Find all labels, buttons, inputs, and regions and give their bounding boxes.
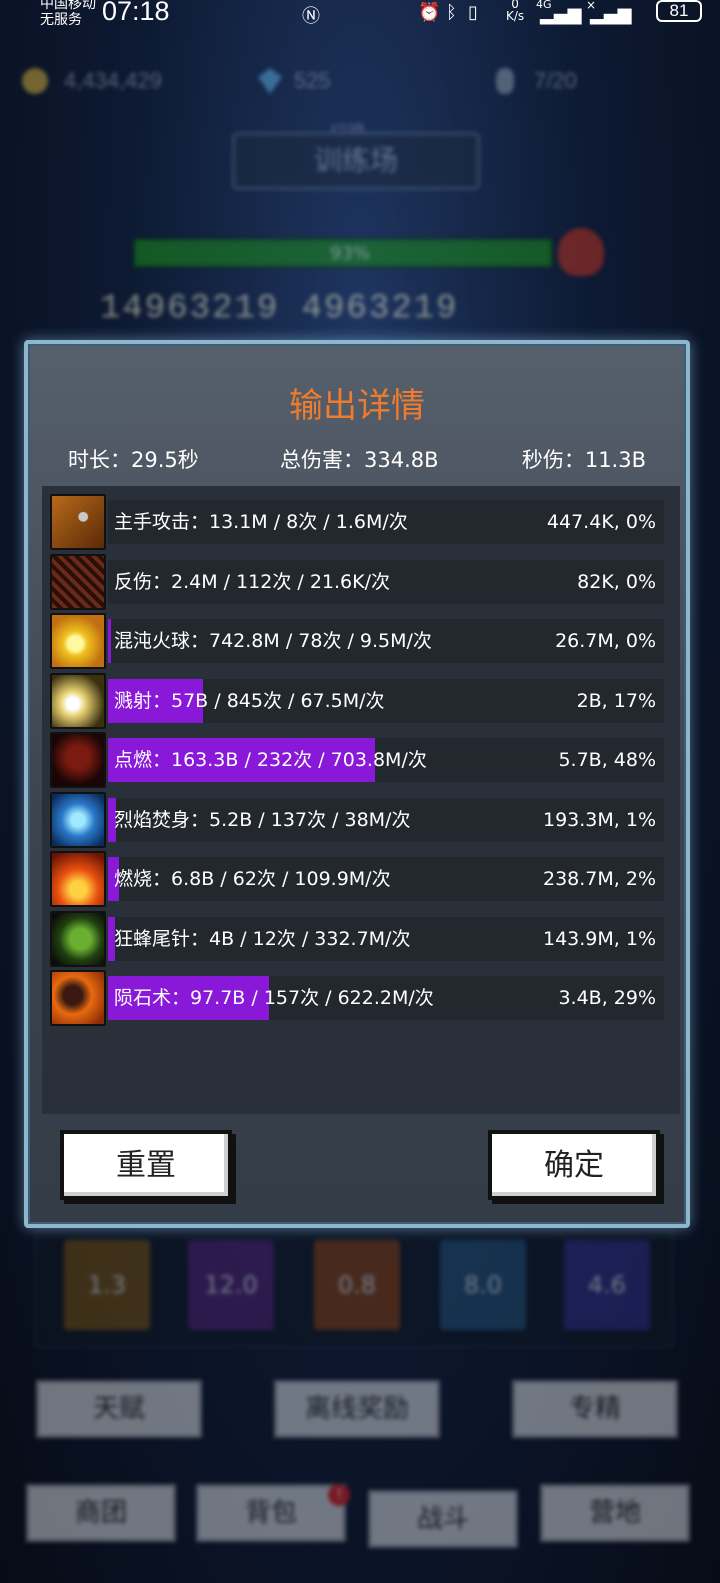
confirm-button[interactable]: 确定 [488, 1130, 660, 1200]
damage-row-label: 烈焰焚身：5.2B / 137次 / 38M/次 [114, 808, 411, 831]
bag-badge: ! [328, 1484, 350, 1506]
sword-icon [50, 494, 106, 550]
damage-row: 点燃：163.3B / 232次 / 703.8M/次 5.7B, 48% [46, 732, 664, 788]
damage-share-bar [108, 619, 111, 663]
stamina-amount: 7/20 [534, 68, 577, 93]
skill-slot-4[interactable]: 8.0 [440, 1240, 526, 1330]
damage-row-label: 溅射：57B / 845次 / 67.5M/次 [114, 689, 385, 712]
damage-row-label: 燃烧：6.8B / 62次 / 109.9M/次 [114, 868, 391, 890]
status-icons: Ⓝ ⏰ ᛒ ▯ 0 K/s 4G ▂▄▆ × ▂▄▆ [300, 0, 710, 28]
gem-icon [258, 68, 282, 94]
skill-slot-5[interactable]: 4.6 [564, 1240, 650, 1330]
damage-row-summary: 26.7M, 0% [555, 630, 656, 652]
net-speed: 0 K/s [506, 0, 525, 23]
damage-row-summary: 238.7M, 2% [542, 868, 656, 890]
bag-button[interactable]: 背包 [196, 1484, 346, 1542]
damage-breakdown-list: 主手攻击：13.1M / 8次 / 1.6M/次 447.4K, 0% 反伤：2.4… [42, 486, 680, 1114]
damage-row: 主手攻击：13.1M / 8次 / 1.6M/次 447.4K, 0% [46, 494, 664, 550]
damage-numbers: 14963219 4963219 [100, 290, 459, 328]
talent-button[interactable]: 天赋 [36, 1380, 202, 1438]
damage-row: 反伤：2.4M / 112次 / 21.6K/次 82K, 0% [46, 553, 664, 610]
damage-row-label: 点燃：163.3B / 232次 / 703.8M/次 [114, 749, 427, 771]
battery-indicator: 81 [656, 0, 702, 22]
skill-bar: 1.3 12.0 0.8 8.0 4.6 [34, 1228, 674, 1348]
damage-row: 混沌火球：742.8M / 78次 / 9.5M/次 26.7M, 0% [46, 613, 664, 669]
flame-body-icon [50, 791, 106, 848]
total-damage-text: 总伤害：334.8B [280, 448, 439, 472]
skill-slot-3[interactable]: 0.8 [314, 1240, 400, 1330]
wasp-stinger-icon [50, 910, 106, 967]
fireball-icon [50, 613, 106, 669]
damage-row: 烈焰焚身：5.2B / 137次 / 38M/次 193.3M, 1% [46, 791, 664, 848]
damage-row-label: 陨石术：97.7B / 157次 / 622.2M/次 [114, 987, 434, 1009]
dialog-title: 输出详情 [289, 386, 425, 426]
gold-amount: 4,434,429 [64, 68, 162, 93]
damage-row-label: 主手攻击：13.1M / 8次 / 1.6M/次 [114, 511, 408, 533]
ignite-icon [50, 732, 106, 788]
damage-row-summary: 193.3M, 1% [542, 808, 656, 831]
damage-row: 狂蜂尾针：4B / 12次 / 332.7M/次 143.9M, 1% [46, 910, 664, 967]
damage-row-summary: 3.4B, 29% [558, 987, 656, 1009]
signal-2-icon: ▂▄▆ [590, 4, 632, 25]
status-bar: 中国移动 无服务 07:18 Ⓝ ⏰ ᛒ ▯ 0 K/s 4G ▂▄▆ × ▂▄… [0, 0, 720, 34]
boss-hp-percent: 93% [330, 243, 371, 264]
damage-row: 溅射：57B / 845次 / 67.5M/次 2B, 17% [46, 672, 664, 729]
clock: 07:18 [102, 0, 170, 26]
signal-icon: ▂▄▆ [540, 4, 582, 25]
damage-row-summary: 5.7B, 48% [558, 749, 656, 771]
nfc-icon: Ⓝ [302, 6, 320, 27]
service-status: 无服务 [40, 12, 82, 28]
duration-text: 时长：29.5秒 [68, 448, 199, 472]
specialization-button[interactable]: 专精 [512, 1380, 678, 1438]
demon-boss-icon [558, 228, 604, 276]
training-ground-button[interactable]: 训练场 [232, 132, 480, 190]
damage-row-summary: 143.9M, 1% [542, 927, 656, 950]
output-detail-dialog: 输出详情 时长：29.5秒 总伤害：334.8B 秒伤：11.3B 主手攻击：1… [24, 340, 690, 1228]
carrier-name: 中国移动 [40, 0, 96, 12]
meteor-icon [50, 970, 106, 1026]
splash-icon [50, 672, 106, 729]
dps-text: 秒伤：11.3B [521, 448, 646, 472]
carrier-info: 中国移动 无服务 [40, 0, 96, 28]
bluetooth-icon: ᛒ [446, 2, 457, 23]
game-screen: 中国移动 无服务 07:18 Ⓝ ⏰ ᛒ ▯ 0 K/s 4G ▂▄▆ × ▂▄… [0, 0, 720, 1583]
vibrate-icon: ▯ [468, 2, 478, 23]
camp-button[interactable]: 营地 [540, 1484, 690, 1542]
burn-icon [50, 851, 106, 907]
damage-row-label: 狂蜂尾针：4B / 12次 / 332.7M/次 [114, 927, 411, 950]
damage-row: 燃烧：6.8B / 62次 / 109.9M/次 238.7M, 2% [46, 851, 664, 907]
offline-reward-button[interactable]: 离线奖励 [274, 1380, 440, 1438]
damage-row-label: 混沌火球：742.8M / 78次 / 9.5M/次 [114, 630, 432, 652]
battle-button[interactable]: 战斗 [368, 1490, 518, 1548]
thorns-icon [50, 553, 106, 610]
skill-slot-1[interactable]: 1.3 [64, 1240, 150, 1330]
gold-coin-icon [22, 68, 48, 94]
damage-row: 陨石术：97.7B / 157次 / 622.2M/次 3.4B, 29% [46, 970, 664, 1026]
damage-row-summary: 447.4K, 0% [546, 511, 656, 533]
gem-amount: 525 [294, 68, 331, 93]
alarm-icon: ⏰ [418, 2, 441, 23]
damage-row-label: 反伤：2.4M / 112次 / 21.6K/次 [114, 570, 391, 593]
stamina-icon [496, 68, 514, 94]
damage-row-summary: 82K, 0% [577, 570, 656, 593]
skill-slot-2[interactable]: 12.0 [188, 1240, 274, 1330]
reset-button[interactable]: 重置 [60, 1130, 232, 1200]
guild-button[interactable]: 商团 [26, 1484, 176, 1542]
damage-row-summary: 2B, 17% [576, 689, 656, 712]
resource-bar: 4,434,429 525 7/20 [20, 62, 700, 102]
